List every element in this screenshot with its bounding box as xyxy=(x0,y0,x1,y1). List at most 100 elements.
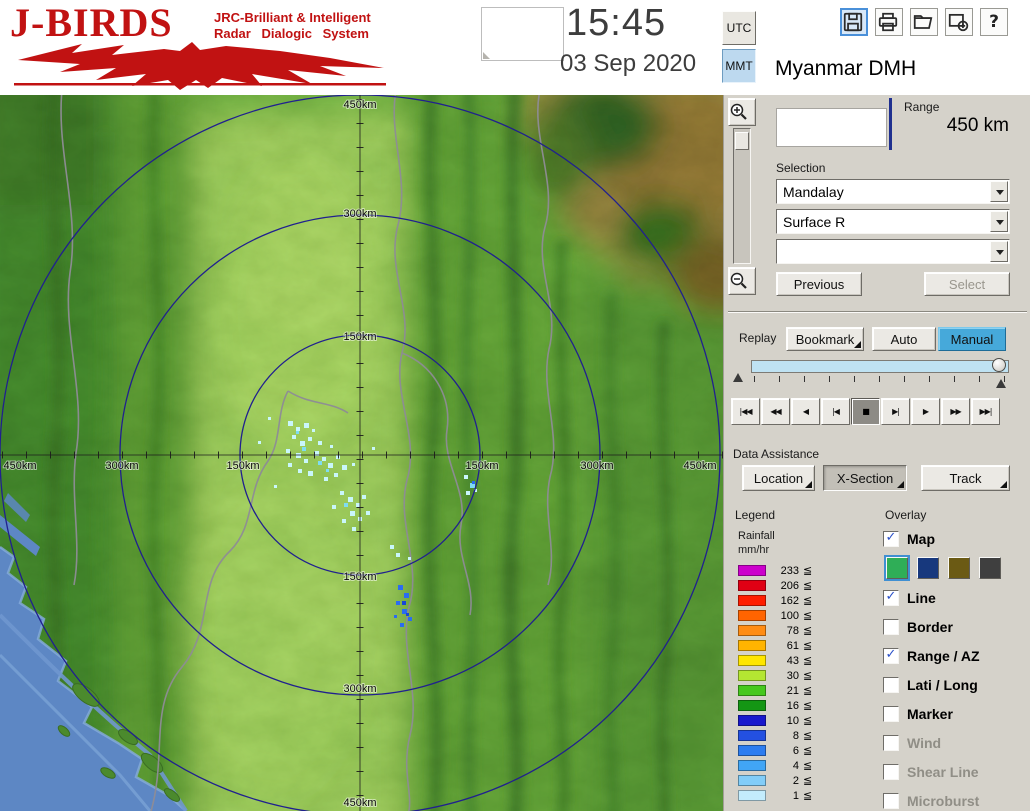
svg-text:150km: 150km xyxy=(343,571,376,583)
legend-value: 78 xyxy=(775,625,799,637)
overlay-item-map[interactable]: ✓ Map xyxy=(883,524,1030,553)
map-style-swatch[interactable] xyxy=(917,557,939,579)
lte-symbol: ≦ xyxy=(803,624,812,637)
stop-button[interactable]: ■ xyxy=(851,398,880,425)
legend-row: 30≦ xyxy=(738,668,858,683)
replay-timeline-track[interactable] xyxy=(751,360,1009,373)
overlay-item-lati-long[interactable]: Lati / Long xyxy=(883,670,1030,699)
overlay-item-label: Microburst xyxy=(907,793,979,809)
overlay-item-label: Map xyxy=(907,531,935,547)
clock-time: 15:45 xyxy=(566,2,696,45)
zoom-slider-track[interactable] xyxy=(733,128,751,264)
manual-button[interactable]: Manual xyxy=(938,327,1006,351)
play-reverse-button[interactable]: ◀ xyxy=(791,398,820,425)
map-style-swatch[interactable] xyxy=(948,557,970,579)
save-button[interactable] xyxy=(840,8,868,36)
forward-to-end-button[interactable]: ▶▶| xyxy=(971,398,1000,425)
checkbox[interactable]: ✓ xyxy=(883,590,899,606)
legend-value: 21 xyxy=(775,685,799,697)
legend-value: 16 xyxy=(775,700,799,712)
checkbox[interactable]: ✓ xyxy=(883,648,899,664)
step-back-button[interactable]: |◀ xyxy=(821,398,850,425)
station-dropdown-arrow[interactable] xyxy=(990,181,1008,202)
selection-label: Selection xyxy=(776,161,825,175)
legend-value: 100 xyxy=(775,610,799,622)
fast-rewind-button[interactable]: ◀◀ xyxy=(761,398,790,425)
legend-color-swatch xyxy=(738,625,766,636)
auto-button[interactable]: Auto xyxy=(872,327,936,351)
help-button[interactable]: ? xyxy=(980,8,1008,36)
product-dropdown-arrow[interactable] xyxy=(990,211,1008,232)
print-button[interactable] xyxy=(875,8,903,36)
legend-value: 4 xyxy=(775,760,799,772)
range-display-box xyxy=(776,108,887,147)
legend-value: 61 xyxy=(775,640,799,652)
overlay-item-marker[interactable]: Marker xyxy=(883,699,1030,728)
checkbox[interactable] xyxy=(883,619,899,635)
station-dropdown[interactable]: Mandalay xyxy=(776,179,1010,204)
play-button[interactable]: ▶ xyxy=(911,398,940,425)
map-style-swatch[interactable] xyxy=(886,557,908,579)
timeline-ticks xyxy=(754,376,1007,382)
control-panel: Range 450 km Selection Mandalay Surface … xyxy=(723,95,1030,811)
legend-unit-line1: Rainfall xyxy=(738,530,775,542)
range-value: 450 km xyxy=(892,115,1009,137)
map-style-swatch[interactable] xyxy=(979,557,1001,579)
extra-dropdown[interactable] xyxy=(776,239,1010,264)
radar-map[interactable]: 450km300km150km150km300km450km450km300km… xyxy=(0,95,723,811)
checkbox[interactable] xyxy=(883,706,899,722)
range-label: Range xyxy=(904,100,939,114)
step-forward-button[interactable]: ▶| xyxy=(881,398,910,425)
svg-text:450km: 450km xyxy=(343,797,376,809)
jbirds-logo: J-BIRDS JRC-Brilliant & Intelligent Rada… xyxy=(10,2,410,94)
checkbox xyxy=(883,735,899,751)
x-section-button[interactable]: X-Section xyxy=(823,465,907,491)
svg-text:450km: 450km xyxy=(343,99,376,111)
overlay-item-range-az[interactable]: ✓Range / AZ xyxy=(883,641,1030,670)
chevron-down-icon xyxy=(996,250,1004,255)
import-image-button[interactable] xyxy=(945,8,973,36)
replay-timeline-thumb[interactable] xyxy=(992,358,1006,372)
mmt-button[interactable]: MMT xyxy=(722,49,756,83)
legend-color-swatch xyxy=(738,580,766,591)
zoom-out-button[interactable] xyxy=(728,267,756,295)
timeline-start-marker[interactable] xyxy=(733,373,743,382)
overlay-item-border[interactable]: Border xyxy=(883,612,1030,641)
legend-value: 206 xyxy=(775,580,799,592)
lte-symbol: ≦ xyxy=(803,729,812,742)
checkbox xyxy=(883,764,899,780)
previous-button[interactable]: Previous xyxy=(776,272,862,296)
rewind-to-start-button[interactable]: |◀◀ xyxy=(731,398,760,425)
overlay-item-label: Wind xyxy=(907,735,941,751)
legend-row: 78 ≦ xyxy=(738,623,858,638)
legend-color-swatch xyxy=(738,670,766,681)
chevron-down-icon xyxy=(996,220,1004,225)
legend-color-swatch xyxy=(738,610,766,621)
checkbox[interactable] xyxy=(883,677,899,693)
product-dropdown[interactable]: Surface R xyxy=(776,209,1010,234)
location-button[interactable]: Location xyxy=(742,465,815,491)
legend-color-swatch xyxy=(738,700,766,711)
legend-row: 10≦ xyxy=(738,713,858,728)
track-button[interactable]: Track xyxy=(921,465,1010,491)
save-icon xyxy=(842,11,864,33)
lte-symbol: ≦ xyxy=(803,564,812,577)
bookmark-button[interactable]: Bookmark xyxy=(786,327,864,351)
lte-symbol: ≦ xyxy=(803,594,812,607)
overlay-item-line[interactable]: ✓Line xyxy=(883,583,1030,612)
open-folder-button[interactable] xyxy=(910,8,938,36)
legend-color-swatch xyxy=(738,760,766,771)
legend-label: Legend xyxy=(735,508,775,522)
logo-tagline-line1: JRC-Brilliant & Intelligent xyxy=(214,10,371,26)
svg-text:450km: 450km xyxy=(3,460,36,472)
timeline-position-marker[interactable] xyxy=(996,379,1006,388)
utc-button[interactable]: UTC xyxy=(722,11,756,45)
zoom-in-button[interactable] xyxy=(728,98,756,126)
fast-forward-button[interactable]: ▶▶ xyxy=(941,398,970,425)
legend-row: 43≦ xyxy=(738,653,858,668)
overlay-item-wind: Wind xyxy=(883,728,1030,757)
legend-value: 10 xyxy=(775,715,799,727)
extra-dropdown-arrow[interactable] xyxy=(990,241,1008,262)
zoom-slider-thumb[interactable] xyxy=(735,132,749,150)
checkbox[interactable]: ✓ xyxy=(883,531,899,547)
